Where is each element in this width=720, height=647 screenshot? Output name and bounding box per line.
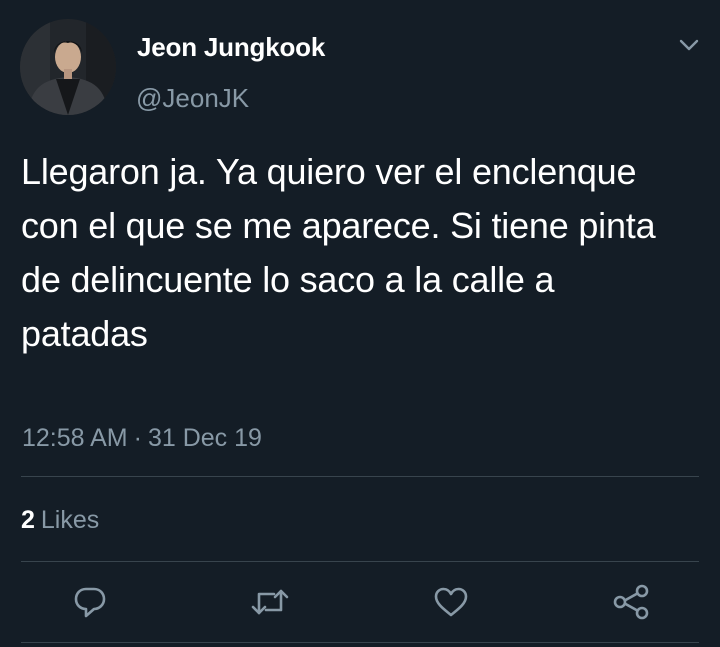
tweet-time: 12:58 AM xyxy=(22,424,128,452)
display-name[interactable]: Jeon Jungkook xyxy=(137,32,325,63)
retweet-button[interactable] xyxy=(250,582,290,622)
likes-label: Likes xyxy=(40,506,100,534)
likes-count: 2 xyxy=(21,506,35,534)
profile-photo xyxy=(20,19,116,115)
tweet-text: Llegaron ja. Ya quiero ver el enclenque … xyxy=(21,151,656,354)
reply-button[interactable] xyxy=(70,582,110,622)
tweet-timestamp[interactable]: 12:58 AM · 31 Dec 19 xyxy=(22,424,262,453)
divider xyxy=(21,642,699,643)
heart-icon xyxy=(434,587,468,617)
avatar[interactable] xyxy=(20,19,116,115)
reply-icon xyxy=(74,587,106,618)
retweet-icon xyxy=(251,589,289,615)
like-button[interactable] xyxy=(431,582,471,622)
share-icon xyxy=(613,584,649,620)
user-handle[interactable]: @JeonJK xyxy=(136,83,249,114)
tweet-detail: Jeon Jungkook @JeonJK Llegaron ja. Ya qu… xyxy=(0,0,720,647)
divider xyxy=(21,561,699,562)
tweet-date: 31 Dec 19 xyxy=(147,424,262,452)
chevron-down-icon[interactable] xyxy=(679,38,699,52)
separator: · xyxy=(133,424,142,452)
divider xyxy=(21,476,699,477)
likes-stat[interactable]: 2 Likes xyxy=(21,506,99,535)
share-button[interactable] xyxy=(611,582,651,622)
